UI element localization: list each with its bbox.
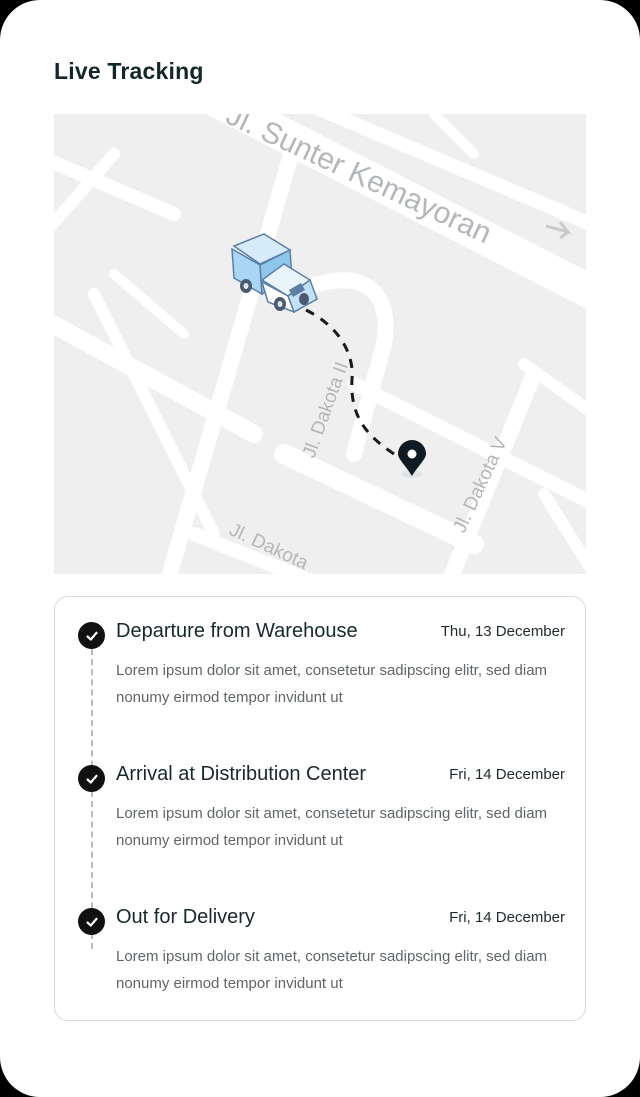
timeline-item-date: Fri, 14 December [449, 766, 565, 783]
location-pin-icon [398, 440, 426, 478]
street-labels: Jl. Sunter Kemayoran Jl. Dakota II Jl. D… [221, 114, 512, 574]
street-label-dakota-ii: Jl. Dakota II [299, 359, 353, 460]
timeline-connector [91, 649, 93, 949]
timeline-item-date: Thu, 13 December [440, 623, 565, 640]
check-circle-icon [78, 765, 105, 792]
tracking-map[interactable]: Jl. Sunter Kemayoran Jl. Dakota II Jl. D… [54, 114, 586, 574]
check-circle-icon [78, 622, 105, 649]
map-canvas: Jl. Sunter Kemayoran Jl. Dakota II Jl. D… [54, 114, 586, 574]
timeline-item-title: Out for Delivery [116, 906, 255, 928]
timeline-item-title: Departure from Warehouse [116, 620, 358, 642]
map-roads [54, 114, 586, 574]
timeline-item-date: Fri, 14 December [449, 909, 565, 926]
timeline-item-title: Arrival at Distribution Center [116, 763, 367, 785]
timeline-item-description: Lorem ipsum dolor sit amet, consetetur s… [116, 662, 548, 706]
one-way-arrow-icon [545, 221, 573, 240]
phone-screen: Live Tracking Jl. Sunter Kemayoran Jl. D… [0, 0, 640, 1097]
timeline-item-description: Lorem ipsum dolor sit amet, consetetur s… [116, 805, 548, 849]
timeline-item-description: Lorem ipsum dolor sit amet, consetetur s… [116, 948, 548, 992]
page-title: Live Tracking [54, 58, 204, 84]
check-circle-icon [78, 908, 105, 935]
tracking-timeline-card: Departure from Warehouse Thu, 13 Decembe… [54, 596, 586, 1021]
